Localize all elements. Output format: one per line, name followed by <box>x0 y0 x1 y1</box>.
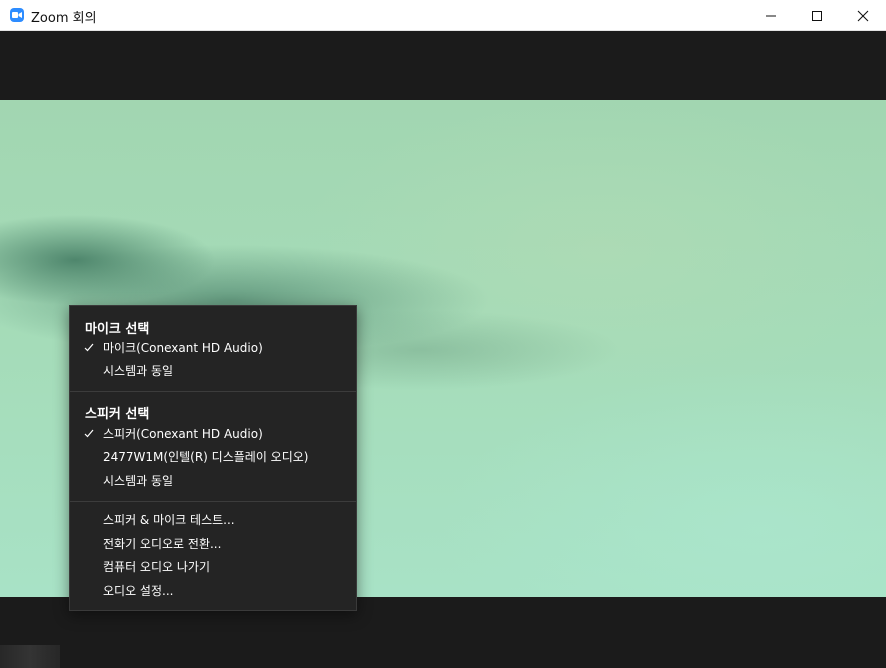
menu-item-label: 시스템과 동일 <box>103 474 174 488</box>
minimize-icon <box>766 15 776 16</box>
menu-item-leave-computer-audio[interactable]: 컴퓨터 오디오 나가기 <box>70 556 356 578</box>
menu-item-label: 2477W1M(인텔(R) 디스플레이 오디오) <box>103 450 309 464</box>
speaker-section-header: 스피커 선택 <box>85 407 150 422</box>
maximize-icon <box>812 10 822 21</box>
title-bar: Zoom 회의 <box>0 0 886 31</box>
menu-item-speaker-system[interactable]: 시스템과 동일 <box>70 470 356 492</box>
menu-divider <box>70 391 356 392</box>
menu-item-label: 오디오 설정... <box>103 584 174 598</box>
zoom-camera-icon <box>10 8 24 22</box>
menu-item-label: 스피커 & 마이크 테스트... <box>103 513 235 527</box>
checkmark-icon <box>84 429 94 438</box>
blurred-toolbar-area <box>0 645 60 668</box>
menu-item-label: 컴퓨터 오디오 나가기 <box>103 560 210 574</box>
menu-item-mic-system[interactable]: 시스템과 동일 <box>70 360 356 382</box>
menu-item-speaker-conexant[interactable]: 스피커(Conexant HD Audio) <box>70 423 356 445</box>
mic-section-header: 마이크 선택 <box>85 322 150 337</box>
menu-item-test-speaker-mic[interactable]: 스피커 & 마이크 테스트... <box>70 509 356 531</box>
menu-item-label: 시스템과 동일 <box>103 364 174 378</box>
menu-item-switch-phone-audio[interactable]: 전화기 오디오로 전환... <box>70 533 356 555</box>
minimize-button[interactable] <box>748 0 794 31</box>
top-letterbox <box>0 31 886 100</box>
menu-item-label: 마이크(Conexant HD Audio) <box>103 341 263 355</box>
menu-item-audio-settings[interactable]: 오디오 설정... <box>70 580 356 602</box>
window-title: Zoom 회의 <box>31 11 97 26</box>
close-button[interactable] <box>840 0 886 31</box>
maximize-button[interactable] <box>794 0 840 31</box>
close-icon <box>857 10 869 21</box>
menu-item-label: 전화기 오디오로 전환... <box>103 537 222 551</box>
audio-options-menu: 마이크 선택 마이크(Conexant HD Audio) 시스템과 동일 스피… <box>69 305 357 611</box>
menu-item-label: 스피커(Conexant HD Audio) <box>103 427 263 441</box>
menu-divider <box>70 501 356 502</box>
menu-item-speaker-display[interactable]: 2477W1M(인텔(R) 디스플레이 오디오) <box>70 446 356 468</box>
checkmark-icon <box>84 343 94 352</box>
menu-item-mic-conexant[interactable]: 마이크(Conexant HD Audio) <box>70 337 356 359</box>
